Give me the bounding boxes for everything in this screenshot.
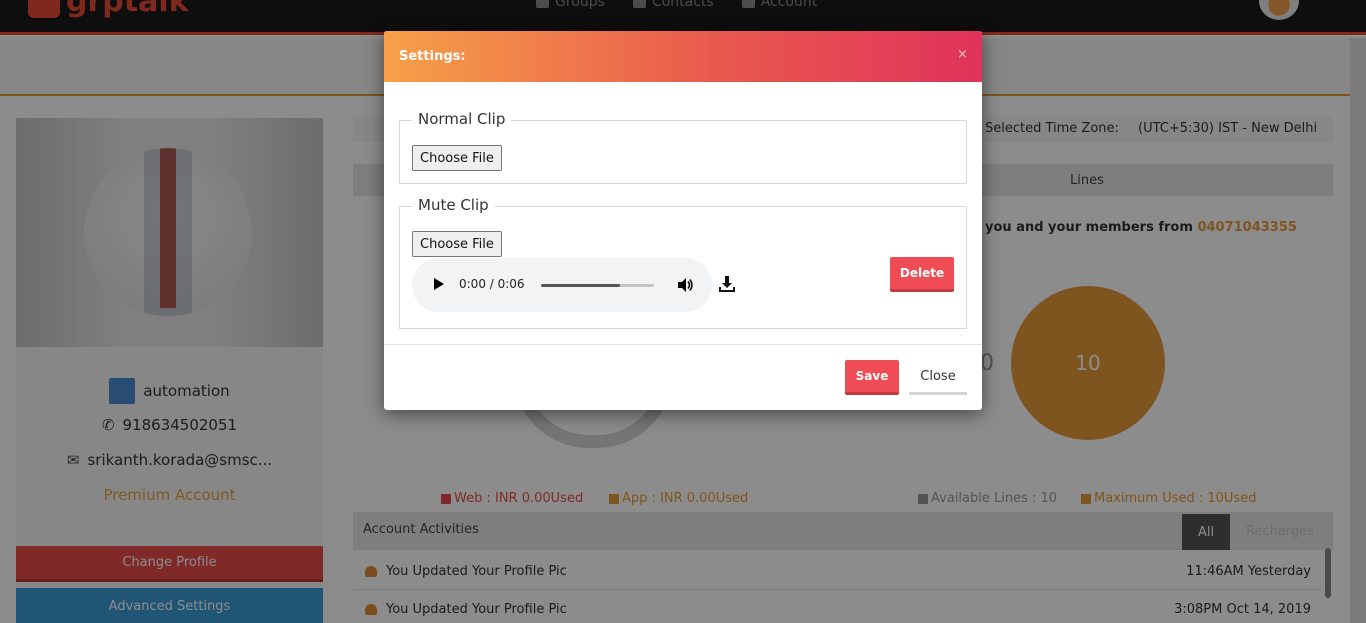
volume-icon[interactable]	[678, 278, 694, 292]
audio-progress-fill	[541, 284, 621, 287]
mute-clip-choose-file-button[interactable]: Choose File	[412, 231, 502, 257]
audio-time: 0:00 / 0:06	[459, 277, 525, 291]
close-button[interactable]: Close	[909, 360, 967, 395]
modal-title: Settings:	[399, 49, 466, 64]
settings-modal: Settings: × Normal Clip Choose File Mute…	[384, 31, 982, 410]
audio-seek-bar[interactable]	[541, 284, 654, 287]
normal-clip-fieldset: Normal Clip Choose File	[399, 110, 967, 184]
play-icon[interactable]	[434, 278, 444, 290]
save-button[interactable]: Save	[845, 360, 899, 395]
close-icon[interactable]: ×	[957, 47, 968, 62]
mute-clip-fieldset: Mute Clip Choose File 0:00 / 0:06 Delete	[399, 196, 967, 329]
mute-clip-legend: Mute Clip	[412, 196, 495, 214]
normal-clip-legend: Normal Clip	[412, 110, 512, 128]
audio-player: 0:00 / 0:06	[412, 258, 712, 312]
modal-header: Settings: ×	[384, 31, 982, 82]
normal-clip-choose-file-button[interactable]: Choose File	[412, 145, 502, 171]
delete-clip-button[interactable]: Delete	[890, 257, 954, 292]
modal-footer-divider	[384, 344, 982, 345]
download-icon[interactable]	[718, 275, 736, 293]
